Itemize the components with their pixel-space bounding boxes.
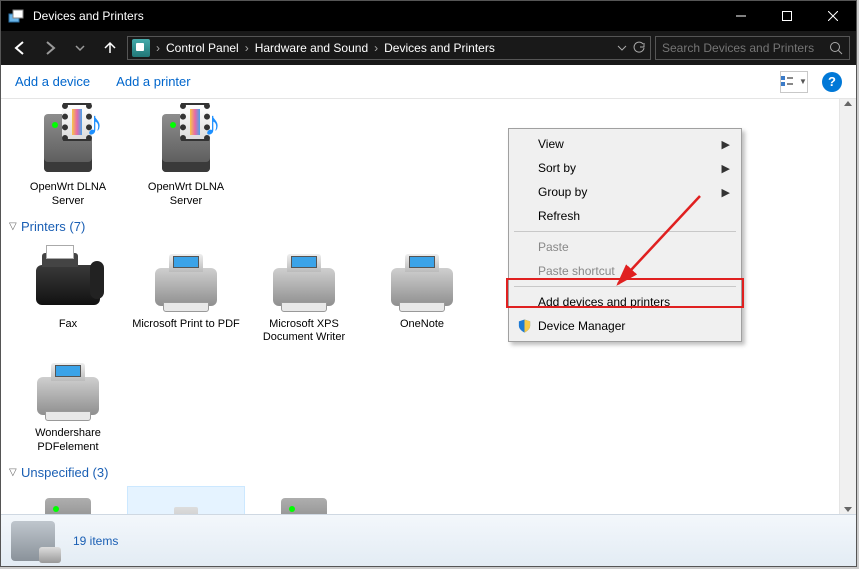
close-button[interactable] — [810, 1, 856, 31]
forward-button[interactable] — [37, 35, 63, 61]
menu-separator — [514, 286, 736, 287]
search-icon[interactable] — [829, 41, 843, 55]
add-printer-link[interactable]: Add a printer — [116, 74, 190, 89]
device-label: Fax — [59, 318, 77, 332]
search-box[interactable] — [655, 36, 850, 60]
shield-icon — [517, 318, 532, 334]
ctx-device-manager[interactable]: Device Manager — [512, 314, 738, 338]
breadcrumb-control-panel[interactable]: Control Panel — [162, 41, 243, 55]
window-title: Devices and Printers — [31, 9, 718, 23]
address-bar[interactable]: › Control Panel › Hardware and Sound › D… — [127, 36, 651, 60]
maximize-button[interactable] — [764, 1, 810, 31]
help-button[interactable]: ? — [822, 72, 842, 92]
menu-separator — [514, 231, 736, 232]
device-item[interactable]: ♪ OpenWrt DLNA Server — [9, 103, 127, 213]
context-menu: View▶ Sort by▶ Group by▶ Refresh Paste P… — [508, 128, 742, 342]
chevron-down-icon: ▽ — [9, 467, 21, 478]
view-mode-button[interactable]: ▼ — [780, 71, 808, 93]
device-label: OneNote — [400, 318, 444, 332]
ctx-sort-by[interactable]: Sort by▶ — [512, 156, 738, 180]
vertical-scrollbar[interactable] — [839, 99, 856, 514]
recent-dropdown[interactable] — [67, 35, 93, 61]
music-note-icon: ♪ — [204, 105, 221, 144]
command-bar: Add a device Add a printer ▼ ? — [1, 65, 856, 99]
unspecified-section-header[interactable]: ▽ Unspecified (3) — [1, 459, 839, 482]
ctx-paste: Paste — [512, 235, 738, 259]
nav-bar: › Control Panel › Hardware and Sound › D… — [1, 31, 856, 65]
up-button[interactable] — [97, 35, 123, 61]
device-label: Wondershare PDFelement — [13, 427, 123, 455]
printer-item[interactable]: Microsoft Print to PDF — [127, 240, 245, 350]
refresh-icon[interactable] — [632, 41, 646, 55]
status-text: 19 items — [73, 534, 118, 548]
unspecified-item[interactable] — [9, 486, 127, 515]
ctx-paste-shortcut: Paste shortcut — [512, 259, 738, 283]
printer-item[interactable]: Wondershare PDFelement — [9, 349, 127, 459]
unspecified-item[interactable] — [245, 486, 363, 515]
unspecified-item-selected[interactable] — [127, 486, 245, 515]
music-note-icon: ♪ — [86, 105, 103, 144]
app-icon — [1, 8, 31, 24]
submenu-arrow-icon: ▶ — [722, 162, 730, 175]
address-dropdown-icon[interactable] — [616, 42, 628, 54]
chevron-right-icon[interactable]: › — [243, 41, 251, 55]
chevron-down-icon: ▽ — [9, 221, 21, 232]
title-bar: Devices and Printers — [1, 1, 856, 31]
section-label: Printers (7) — [21, 219, 85, 234]
section-label: Unspecified (3) — [21, 465, 108, 480]
search-input[interactable] — [662, 41, 829, 55]
ctx-group-by[interactable]: Group by▶ — [512, 180, 738, 204]
device-label: Microsoft Print to PDF — [132, 318, 240, 332]
chevron-right-icon[interactable]: › — [154, 41, 162, 55]
printer-item[interactable]: Microsoft XPS Document Writer — [245, 240, 363, 350]
back-button[interactable] — [7, 35, 33, 61]
ctx-view[interactable]: View▶ — [512, 132, 738, 156]
ctx-add-devices-printers[interactable]: Add devices and printers — [512, 290, 738, 314]
device-label: OpenWrt DLNA Server — [13, 181, 123, 209]
status-icon — [11, 521, 55, 561]
breadcrumb-hardware-sound[interactable]: Hardware and Sound — [251, 41, 372, 55]
device-item[interactable]: ♪ OpenWrt DLNA Server — [127, 103, 245, 213]
minimize-button[interactable] — [718, 1, 764, 31]
add-device-link[interactable]: Add a device — [15, 74, 90, 89]
ctx-refresh[interactable]: Refresh — [512, 204, 738, 228]
unspecified-grid — [1, 482, 839, 515]
device-label: OpenWrt DLNA Server — [131, 181, 241, 209]
device-label: Microsoft XPS Document Writer — [249, 318, 359, 346]
location-icon — [132, 39, 150, 57]
printer-item[interactable]: OneNote — [363, 240, 481, 350]
submenu-arrow-icon: ▶ — [722, 138, 730, 151]
breadcrumb-devices-printers[interactable]: Devices and Printers — [380, 41, 499, 55]
chevron-right-icon[interactable]: › — [372, 41, 380, 55]
printer-item-fax[interactable]: Fax — [9, 240, 127, 350]
status-bar: 19 items — [1, 514, 856, 566]
submenu-arrow-icon: ▶ — [722, 186, 730, 199]
